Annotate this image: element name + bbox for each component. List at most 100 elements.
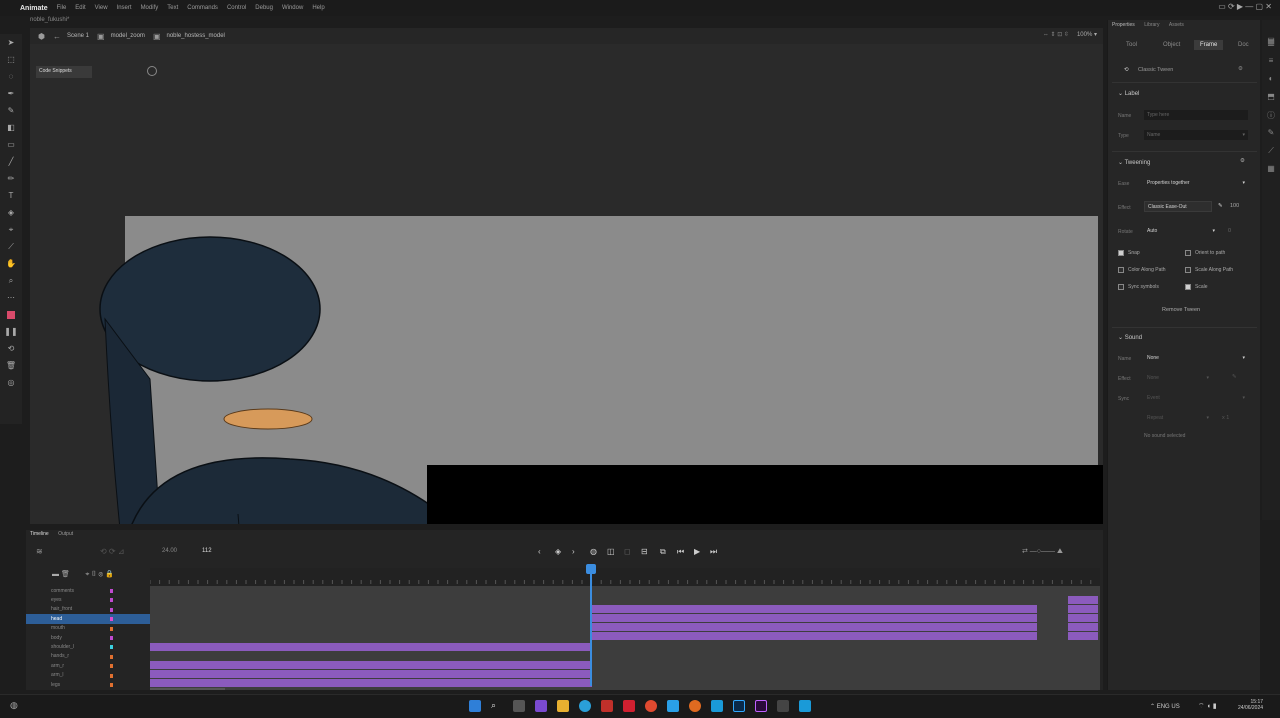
- paint-bucket-icon[interactable]: ◈: [0, 204, 22, 221]
- animate-icon[interactable]: [755, 700, 767, 712]
- teams-icon[interactable]: [535, 700, 547, 712]
- step-forward-icon[interactable]: ⏭: [710, 547, 717, 557]
- document-tab[interactable]: noble_fukushi*: [30, 17, 69, 23]
- classic-tween-icon[interactable]: ◻: [624, 547, 631, 556]
- scale-checkbox[interactable]: Scale: [1185, 284, 1208, 290]
- photoshop-icon[interactable]: [733, 700, 745, 712]
- repeat-count[interactable]: x 1: [1222, 415, 1229, 421]
- back-arrow-icon[interactable]: ←: [53, 32, 61, 41]
- task-view-icon[interactable]: [513, 700, 525, 712]
- layer-row[interactable]: eyes: [26, 595, 150, 604]
- tween-span[interactable]: [150, 679, 592, 687]
- play-button-icon[interactable]: ▶: [694, 547, 700, 556]
- tween-span[interactable]: [150, 643, 592, 651]
- assets-header-tab[interactable]: Assets: [1169, 22, 1184, 28]
- align-panel-icon[interactable]: ≡: [1262, 56, 1280, 74]
- chrome-icon[interactable]: [645, 700, 657, 712]
- tab-object[interactable]: Object: [1163, 42, 1180, 48]
- info-panel-icon[interactable]: ⓘ: [1262, 110, 1280, 128]
- onion-skin-icon[interactable]: ◍: [590, 547, 597, 556]
- app-icon-heart[interactable]: [623, 700, 635, 712]
- layer-color-chip[interactable]: [110, 607, 113, 612]
- layer-color-chip[interactable]: [110, 626, 113, 631]
- orient-to-path-checkbox[interactable]: Orient to path: [1185, 250, 1225, 256]
- menu-debug[interactable]: Debug: [255, 5, 273, 11]
- rectangle-tool-icon[interactable]: ▭: [0, 136, 22, 153]
- tab-tool[interactable]: Tool: [1126, 42, 1137, 48]
- menu-modify[interactable]: Modify: [141, 5, 159, 11]
- properties-header-tab[interactable]: Properties: [1112, 22, 1135, 28]
- timeline-tool-icons[interactable]: ⟲ ⟳ ⊿: [100, 547, 125, 556]
- tab-timeline[interactable]: Timeline: [30, 531, 49, 537]
- rotate-icon[interactable]: ⟲: [0, 340, 22, 357]
- layer-row-selected[interactable]: head: [26, 614, 150, 624]
- camera-timeline-icon[interactable]: ⧉: [660, 547, 666, 557]
- hand-tool-icon[interactable]: ✋: [0, 255, 22, 272]
- loop-icon[interactable]: ⊟: [641, 547, 648, 556]
- playhead-line[interactable]: [590, 566, 592, 686]
- color-along-path-checkbox[interactable]: Color Along Path: [1118, 267, 1166, 273]
- fps-value[interactable]: 24.00: [162, 548, 177, 554]
- menu-file[interactable]: File: [57, 5, 67, 11]
- menu-edit[interactable]: Edit: [75, 5, 85, 11]
- frames-grid[interactable]: [150, 586, 1100, 690]
- label-type-select[interactable]: Name ▾: [1144, 130, 1248, 140]
- effect-select[interactable]: Classic Ease-Out: [1144, 201, 1212, 212]
- scene-icon[interactable]: ⬢: [38, 32, 45, 41]
- transform-panel-icon[interactable]: ⬒: [1262, 92, 1280, 110]
- effect-amount[interactable]: 100: [1230, 203, 1239, 209]
- current-frame-value[interactable]: 112: [202, 548, 212, 554]
- remove-tween-button[interactable]: Remove Tween: [1162, 307, 1200, 313]
- window-controls[interactable]: ▭ ⟳ ▶ — ▢ ✕: [1218, 2, 1272, 11]
- tray-icons[interactable]: ⌃ ENG US: [1150, 703, 1180, 710]
- tween-span[interactable]: [592, 614, 1037, 622]
- sync-select[interactable]: Event ▾: [1144, 393, 1248, 403]
- skype-icon[interactable]: [711, 700, 723, 712]
- eraser-tool-icon[interactable]: ◧: [0, 119, 22, 136]
- scale-along-path-checkbox[interactable]: Scale Along Path: [1185, 267, 1233, 273]
- pause-icon[interactable]: ❚❚: [0, 323, 22, 340]
- align-icons[interactable]: ⇔ ⇕ ⊡ ⇳: [1043, 32, 1069, 38]
- sound-edit-icon[interactable]: ✎: [1232, 374, 1237, 380]
- menu-view[interactable]: View: [95, 5, 108, 11]
- edit-ease-icon[interactable]: ✎: [1218, 203, 1223, 209]
- transform-tool-icon[interactable]: ⬚: [0, 51, 22, 68]
- layers-icon[interactable]: ≋: [36, 547, 43, 556]
- rotate-select[interactable]: Auto ▾: [1144, 226, 1218, 236]
- library-panel-icon[interactable]: ▥: [1262, 38, 1280, 56]
- clock[interactable]: 15:17 24/06/2024: [1238, 699, 1263, 711]
- gear-icon[interactable]: ⚙: [1240, 158, 1245, 164]
- tweening-section-header[interactable]: ⌄ Tweening: [1118, 159, 1150, 166]
- rotate-count[interactable]: 0: [1228, 228, 1231, 234]
- layer-color-chip[interactable]: [110, 589, 113, 593]
- layer-color-chip[interactable]: [110, 598, 113, 603]
- bone-tool-icon[interactable]: ⟋: [0, 238, 22, 255]
- insert-keyframe-icon[interactable]: ◈: [555, 547, 561, 556]
- edit-multiple-frames-icon[interactable]: ◫: [607, 547, 615, 556]
- stage-pasteboard[interactable]: Code Snippets: [30, 44, 1103, 524]
- trash-icon[interactable]: 🗑: [0, 357, 22, 374]
- camera-icon[interactable]: ◎: [0, 374, 22, 391]
- timeline-scrollbar[interactable]: [150, 688, 225, 690]
- layer-color-chip[interactable]: [110, 654, 113, 659]
- tween-span[interactable]: [1068, 614, 1098, 622]
- search-icon[interactable]: ⌕: [491, 700, 503, 712]
- firefox-icon[interactable]: [689, 700, 701, 712]
- tween-span[interactable]: [150, 670, 592, 678]
- tween-span[interactable]: [592, 632, 1037, 640]
- layer-row[interactable]: legs: [26, 680, 150, 689]
- library-header-tab[interactable]: Library: [1144, 22, 1159, 28]
- line-tool-icon[interactable]: ╱: [0, 153, 22, 170]
- zoom-select[interactable]: ⇔ ⇕ ⊡ ⇳ 100% ▾: [1043, 31, 1097, 38]
- frame-name-input[interactable]: Type here: [1144, 110, 1248, 120]
- pencil-tool-icon[interactable]: ✏: [0, 170, 22, 187]
- app-icon-red[interactable]: [601, 700, 613, 712]
- menu-control[interactable]: Control: [227, 5, 246, 11]
- timeline-zoom-slider[interactable]: ⇄ —○—— ⛰: [1022, 547, 1063, 556]
- breadcrumb-model[interactable]: noble_hostess_model: [167, 33, 225, 39]
- components-icon[interactable]: ▦: [1262, 164, 1280, 182]
- character-artwork[interactable]: [90, 229, 440, 524]
- layer-color-chip[interactable]: [110, 645, 113, 650]
- prev-keyframe-icon[interactable]: ‹: [538, 547, 541, 556]
- tab-doc[interactable]: Doc: [1238, 42, 1249, 48]
